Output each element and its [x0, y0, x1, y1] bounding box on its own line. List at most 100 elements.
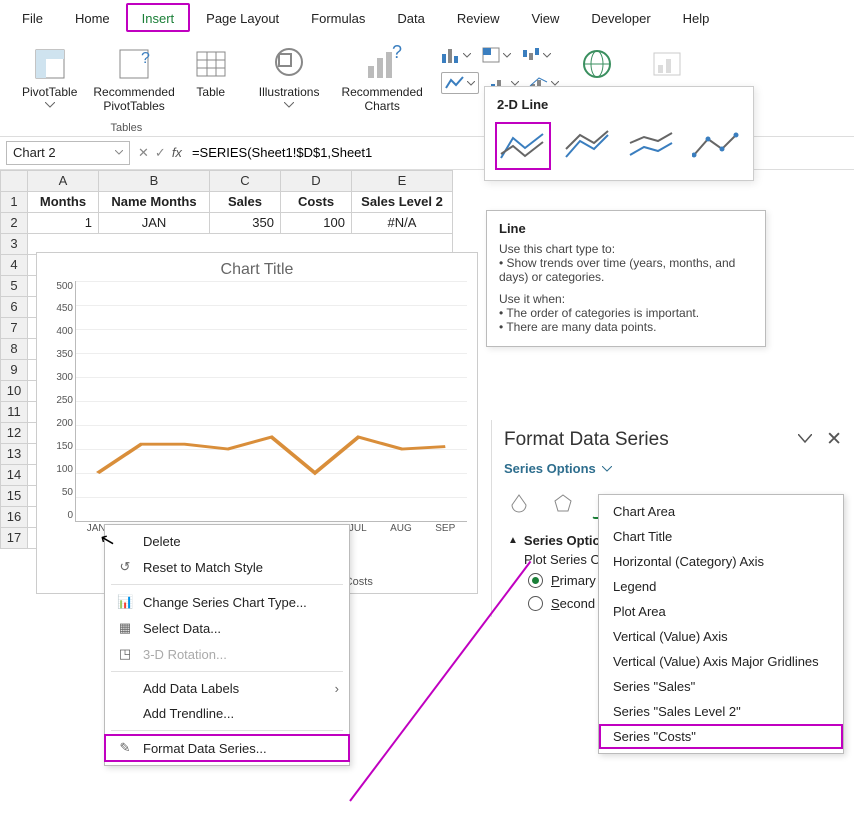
y-axis: 500450400350300250200150100500: [37, 281, 77, 521]
cell-D2[interactable]: 100: [281, 212, 352, 233]
svg-text:?: ?: [392, 44, 402, 62]
recommended-charts-button[interactable]: ? Recommended Charts: [337, 42, 426, 116]
fx-icon[interactable]: fx: [172, 145, 182, 161]
cel-v-axis-gridlines[interactable]: Vertical (Value) Axis Major Gridlines: [599, 649, 843, 674]
cell-A2[interactable]: 1: [28, 212, 99, 233]
line-menu-header: 2-D Line: [485, 87, 753, 118]
effects-tab[interactable]: [548, 488, 578, 518]
tab-help[interactable]: Help: [667, 3, 726, 32]
row-3[interactable]: 3: [1, 233, 28, 254]
ctx-add-trendline[interactable]: Add Trendline...: [105, 701, 349, 726]
chart-plot[interactable]: 500450400350300250200150100500 JANFEBMAR…: [37, 281, 477, 541]
waterfall-chart-button[interactable]: [521, 46, 551, 64]
ctx-change-type[interactable]: 📊Change Series Chart Type...: [105, 589, 349, 615]
pivottable-button[interactable]: PivotTable: [18, 42, 81, 116]
radio-icon: [528, 596, 543, 611]
cel-series-sales[interactable]: Series "Sales": [599, 674, 843, 699]
tab-view[interactable]: View: [515, 3, 575, 32]
chart-title[interactable]: Chart Title: [37, 253, 477, 281]
select-all[interactable]: [1, 170, 28, 191]
tab-insert[interactable]: Insert: [126, 3, 191, 32]
line-stacked-thumb[interactable]: [561, 122, 615, 168]
tab-review[interactable]: Review: [441, 3, 516, 32]
costs-line[interactable]: [76, 281, 467, 521]
name-box[interactable]: Chart 2: [6, 141, 130, 165]
table-icon: [191, 44, 231, 84]
fill-line-tab[interactable]: [504, 488, 534, 518]
line-100stacked-thumb[interactable]: [625, 122, 679, 168]
enter-icon[interactable]: ✓: [155, 145, 166, 161]
col-A[interactable]: A: [28, 170, 99, 191]
row-4[interactable]: 4: [1, 254, 28, 275]
column-chart-button[interactable]: [441, 46, 471, 64]
cel-series-costs[interactable]: Series "Costs": [599, 724, 843, 749]
row-14[interactable]: 14: [1, 464, 28, 485]
row-5[interactable]: 5: [1, 275, 28, 296]
col-C[interactable]: C: [210, 170, 281, 191]
line-basic-thumb[interactable]: [495, 122, 551, 170]
ribbon-group-tables: Tables: [110, 122, 142, 134]
pivotchart-icon: [647, 44, 687, 84]
cel-chart-area[interactable]: Chart Area: [599, 499, 843, 524]
globe-icon: [577, 44, 617, 84]
callout-line: [349, 561, 531, 802]
cel-legend[interactable]: Legend: [599, 574, 843, 599]
row-13[interactable]: 13: [1, 443, 28, 464]
row-12[interactable]: 12: [1, 422, 28, 443]
cell-D1[interactable]: Costs: [281, 191, 352, 212]
ctx-add-data-labels[interactable]: Add Data Labels›: [105, 676, 349, 701]
ctx-reset[interactable]: ↺Reset to Match Style: [105, 554, 349, 580]
cell-C1[interactable]: Sales: [210, 191, 281, 212]
tab-data[interactable]: Data: [381, 3, 440, 32]
row-2[interactable]: 2: [1, 212, 28, 233]
ribbon-tabs: File Home Insert Page Layout Formulas Da…: [0, 0, 854, 32]
illus-label: Illustrations: [259, 86, 320, 100]
row-1[interactable]: 1: [1, 191, 28, 212]
tab-file[interactable]: File: [6, 3, 59, 32]
cel-v-axis[interactable]: Vertical (Value) Axis: [599, 624, 843, 649]
chevron-right-icon: ›: [335, 681, 339, 696]
col-D[interactable]: D: [281, 170, 352, 191]
cell-E2[interactable]: #N/A: [352, 212, 453, 233]
col-E[interactable]: E: [352, 170, 453, 191]
tab-developer[interactable]: Developer: [575, 3, 666, 32]
line-chart-button[interactable]: [441, 72, 479, 94]
row-16[interactable]: 16: [1, 506, 28, 527]
cell-C2[interactable]: 350: [210, 212, 281, 233]
row-6[interactable]: 6: [1, 296, 28, 317]
format-icon: ✎: [117, 740, 133, 756]
cel-plot-area[interactable]: Plot Area: [599, 599, 843, 624]
cel-series-sales2[interactable]: Series "Sales Level 2": [599, 699, 843, 724]
ctx-delete[interactable]: Delete: [105, 529, 349, 554]
collapse-pane-icon[interactable]: [798, 428, 812, 451]
cell-E1[interactable]: Sales Level 2: [352, 191, 453, 212]
row-17[interactable]: 17: [1, 527, 28, 548]
row-10[interactable]: 10: [1, 380, 28, 401]
tab-formulas[interactable]: Formulas: [295, 3, 381, 32]
row-8[interactable]: 8: [1, 338, 28, 359]
cell-B1[interactable]: Name Months: [99, 191, 210, 212]
cel-chart-title[interactable]: Chart Title: [599, 524, 843, 549]
row-9[interactable]: 9: [1, 359, 28, 380]
ctx-select-data[interactable]: ▦Select Data...: [105, 615, 349, 641]
illustrations-button[interactable]: Illustrations: [255, 42, 324, 110]
row-15[interactable]: 15: [1, 485, 28, 506]
table-button[interactable]: Table: [187, 42, 235, 116]
series-options-dropdown[interactable]: Series Options: [492, 459, 854, 484]
row-11[interactable]: 11: [1, 401, 28, 422]
chevron-down-icon: [284, 102, 294, 108]
tab-home[interactable]: Home: [59, 3, 126, 32]
cancel-icon[interactable]: ✕: [138, 145, 149, 161]
row-7[interactable]: 7: [1, 317, 28, 338]
cell-B2[interactable]: JAN: [99, 212, 210, 233]
line-markers-thumb[interactable]: [689, 122, 743, 168]
cell-A1[interactable]: Months: [28, 191, 99, 212]
close-pane-icon[interactable]: ✕: [826, 428, 842, 451]
tab-page-layout[interactable]: Page Layout: [190, 3, 295, 32]
cel-h-axis[interactable]: Horizontal (Category) Axis: [599, 549, 843, 574]
chart-type-icon: 📊: [117, 594, 133, 610]
recommended-pivot-button[interactable]: ? Recommended PivotTables: [89, 42, 178, 116]
hierarchy-chart-button[interactable]: [481, 46, 511, 64]
ctx-format-data-series[interactable]: ✎Format Data Series...: [105, 735, 349, 761]
col-B[interactable]: B: [99, 170, 210, 191]
